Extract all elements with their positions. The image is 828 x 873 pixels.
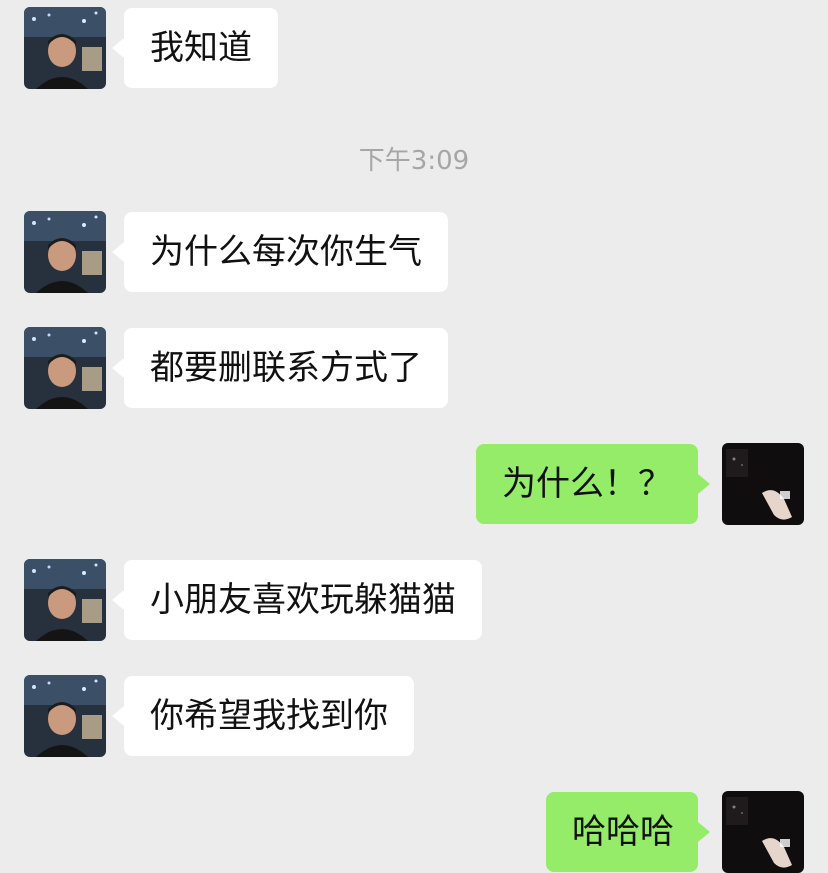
incoming-message-bubble[interactable]: 你希望我找到你 [124, 676, 414, 756]
bubble-tail [112, 358, 124, 378]
bubble-tail [112, 242, 124, 262]
self-avatar[interactable] [722, 791, 804, 873]
message-text: 你希望我找到你 [150, 696, 388, 736]
contact-avatar[interactable] [24, 7, 106, 89]
bubble-tail [698, 474, 710, 494]
bubble-tail [112, 590, 124, 610]
message-text: 小朋友喜欢玩躲猫猫 [150, 580, 456, 620]
outgoing-message-bubble[interactable]: 为什么！？ [476, 444, 698, 524]
message-text: 哈哈哈 [572, 812, 674, 852]
incoming-message-bubble[interactable]: 为什么每次你生气 [124, 212, 448, 292]
contact-avatar[interactable] [24, 211, 106, 293]
incoming-message-bubble[interactable]: 我知道 [124, 8, 278, 88]
outgoing-message-bubble[interactable]: 哈哈哈 [546, 792, 698, 872]
contact-avatar[interactable] [24, 675, 106, 757]
bubble-tail [112, 38, 124, 58]
message-timestamp: 下午3:09 [358, 146, 470, 176]
bubble-tail [112, 706, 124, 726]
message-text: 为什么每次你生气 [150, 232, 422, 272]
message-text: 都要删联系方式了 [150, 348, 422, 388]
contact-avatar[interactable] [24, 327, 106, 409]
message-text: 我知道 [150, 28, 252, 68]
bubble-tail [698, 822, 710, 842]
contact-avatar[interactable] [24, 559, 106, 641]
self-avatar[interactable] [722, 443, 804, 525]
message-text: 为什么！？ [502, 464, 672, 504]
incoming-message-bubble[interactable]: 都要删联系方式了 [124, 328, 448, 408]
incoming-message-bubble[interactable]: 小朋友喜欢玩躲猫猫 [124, 560, 482, 640]
